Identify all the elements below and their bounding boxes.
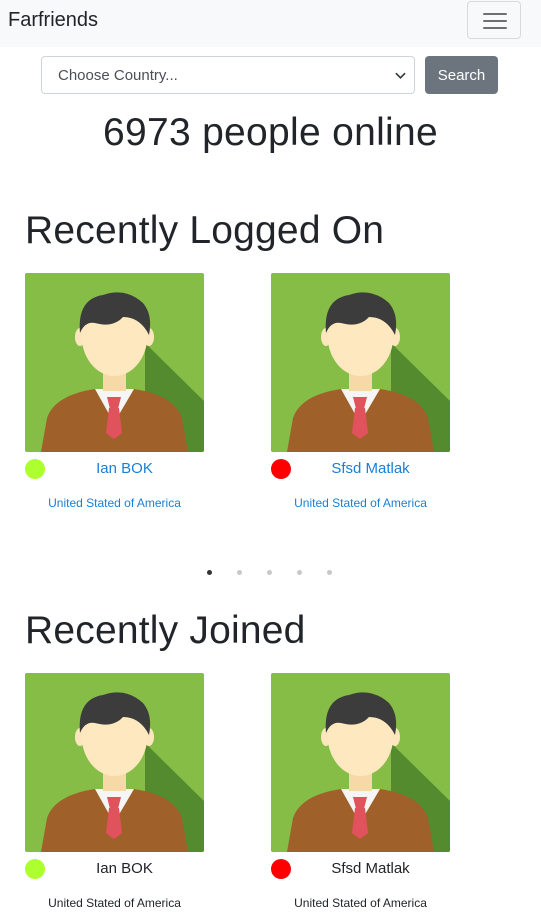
online-count: 6973 people online [102,111,439,154]
carousel-indicator[interactable] [327,570,332,575]
carousel-indicator[interactable] [297,570,302,575]
hamburger-menu-icon-bar [483,27,507,29]
brand-link[interactable]: Farfriends [8,9,98,32]
carousel-indicator[interactable] [207,570,212,575]
avatar[interactable] [25,273,204,452]
hamburger-menu-button[interactable] [467,1,521,39]
avatar[interactable] [271,673,450,852]
profile-name: Sfsd Matlak [331,860,410,877]
section-title-recently-logged-on: Recently Logged On [25,209,385,252]
carousel-indicator[interactable] [237,570,242,575]
profile-country-link[interactable]: United Stated of America [271,495,450,511]
profile-country: United Stated of America [48,896,181,910]
avatar[interactable] [25,673,204,852]
profile-name-link[interactable]: Sfsd Matlak [271,459,470,479]
hamburger-menu-icon-bar [483,20,507,22]
country-select-value: Choose Country... [58,67,178,84]
search-button[interactable]: Search [425,56,498,94]
section-title-recently-joined: Recently Joined [25,609,306,652]
chevron-down-icon [395,72,406,79]
avatar[interactable] [271,273,450,452]
profile-country: United Stated of America [294,896,427,910]
carousel-indicator[interactable] [267,570,272,575]
hamburger-menu-icon [483,13,507,15]
navbar: Farfriends [0,0,541,47]
profile-name-link[interactable]: Ian BOK [25,459,224,479]
profile-name: Ian BOK [96,860,153,877]
country-select[interactable]: Choose Country... [41,56,415,94]
carousel-indicators [0,570,541,576]
profile-country-link[interactable]: United Stated of America [25,495,204,511]
